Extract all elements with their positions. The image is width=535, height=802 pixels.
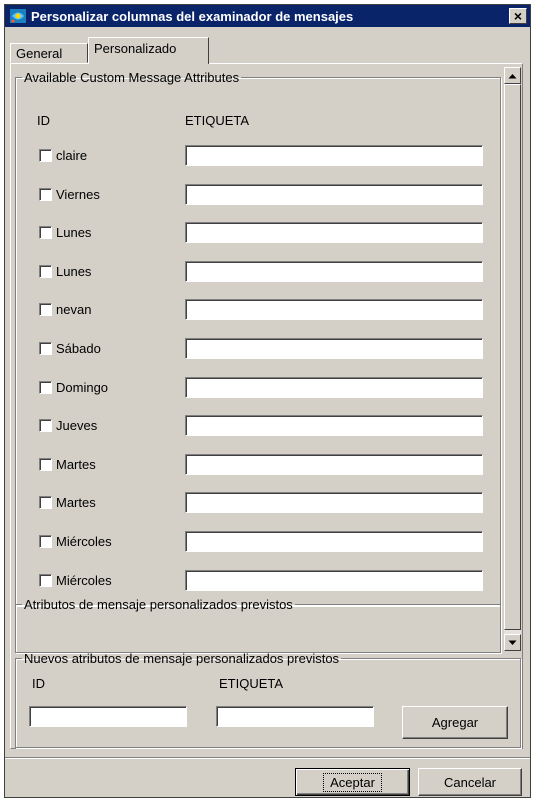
scrollbar-thumb[interactable] — [504, 84, 521, 630]
attribute-id-label[interactable]: Miércoles — [56, 573, 112, 588]
attribute-label-field[interactable] — [185, 531, 483, 552]
new-column-header-id: ID — [32, 676, 45, 691]
column-header-label: ETIQUETA — [185, 113, 250, 128]
new-attributes-group: Nuevos atributos de mensaje personalizad… — [15, 651, 521, 748]
attribute-row: Lunes — [16, 261, 496, 283]
attribute-checkbox[interactable] — [39, 149, 52, 162]
attribute-label-field[interactable] — [185, 261, 483, 282]
attribute-row: Lunes — [16, 222, 496, 244]
attribute-row: Miércoles — [16, 531, 496, 553]
attribute-row: Viernes — [16, 184, 496, 206]
title-bar[interactable]: Personalizar columnas del examinador de … — [5, 5, 530, 27]
new-id-field[interactable] — [29, 706, 187, 727]
add-button[interactable]: Agregar — [402, 706, 508, 739]
close-button[interactable]: × — [509, 8, 527, 24]
ok-button-label: Aceptar — [323, 772, 382, 792]
attribute-row: claire — [16, 145, 496, 167]
column-header-id: ID — [37, 113, 50, 128]
window-title: Personalizar columnas del examinador de … — [31, 8, 354, 24]
scroll-up-button[interactable] — [504, 67, 521, 84]
attribute-checkbox[interactable] — [39, 458, 52, 471]
attribute-label-field[interactable] — [185, 222, 483, 243]
ok-button[interactable]: Aceptar — [295, 768, 410, 796]
attribute-checkbox[interactable] — [39, 265, 52, 278]
arrow-up-icon — [508, 73, 517, 78]
attribute-checkbox[interactable] — [39, 342, 52, 355]
attribute-id-label[interactable]: Martes — [56, 495, 96, 510]
attribute-checkbox[interactable] — [39, 419, 52, 432]
attribute-label-field[interactable] — [185, 454, 483, 475]
predefined-attributes-group: Atributos de mensaje personalizados prev… — [15, 597, 501, 653]
attribute-checkbox[interactable] — [39, 381, 52, 394]
attribute-label-field[interactable] — [185, 184, 483, 205]
footer-separator — [5, 757, 530, 759]
attribute-checkbox[interactable] — [39, 226, 52, 239]
attribute-id-label[interactable]: Martes — [56, 457, 96, 472]
attribute-label-field[interactable] — [185, 299, 483, 320]
dialog-window: Personalizar columnas del examinador de … — [4, 4, 531, 798]
attribute-row: Sábado — [16, 338, 496, 360]
vertical-scrollbar[interactable] — [504, 67, 521, 651]
attribute-label-field[interactable] — [185, 415, 483, 436]
attribute-row: nevan — [16, 299, 496, 321]
new-attributes-legend: Nuevos atributos de mensaje personalizad… — [24, 651, 340, 666]
attribute-checkbox[interactable] — [39, 574, 52, 587]
attribute-checkbox[interactable] — [39, 303, 52, 316]
attribute-id-label[interactable]: Viernes — [56, 187, 100, 202]
attribute-id-label[interactable]: Jueves — [56, 418, 97, 433]
cancel-button[interactable]: Cancelar — [418, 768, 522, 796]
attribute-id-label[interactable]: Lunes — [56, 264, 91, 279]
attribute-label-field[interactable] — [185, 145, 483, 166]
attribute-row: Martes — [16, 492, 496, 514]
attribute-row: Miércoles — [16, 570, 496, 592]
attribute-label-field[interactable] — [185, 492, 483, 513]
attribute-label-field[interactable] — [185, 338, 483, 359]
attribute-label-field[interactable] — [185, 377, 483, 398]
attribute-row: Domingo — [16, 377, 496, 399]
new-column-header-label: ETIQUETA — [219, 676, 284, 691]
new-label-field[interactable] — [216, 706, 374, 727]
tab-personalizado[interactable]: Personalizado — [88, 37, 209, 64]
attribute-id-label[interactable]: Sábado — [56, 341, 101, 356]
attribute-id-label[interactable]: claire — [56, 148, 87, 163]
close-icon: × — [513, 8, 523, 24]
predefined-attributes-legend: Atributos de mensaje personalizados prev… — [24, 597, 293, 612]
available-attributes-legend: Available Custom Message Attributes — [24, 70, 240, 85]
tab-panel-personalizado: Available Custom Message Attributes ID E… — [10, 63, 523, 749]
app-icon — [9, 8, 27, 24]
attribute-row: Martes — [16, 454, 496, 476]
attribute-checkbox[interactable] — [39, 535, 52, 548]
attribute-id-label[interactable]: Domingo — [56, 380, 108, 395]
attribute-checkbox[interactable] — [39, 188, 52, 201]
tab-general[interactable]: General — [10, 43, 88, 63]
attribute-id-label[interactable]: Lunes — [56, 225, 91, 240]
available-attributes-group: Available Custom Message Attributes ID E… — [15, 70, 501, 606]
attribute-row: Jueves — [16, 415, 496, 437]
attribute-label-field[interactable] — [185, 570, 483, 591]
attribute-checkbox[interactable] — [39, 496, 52, 509]
scroll-down-button[interactable] — [504, 634, 521, 651]
attribute-id-label[interactable]: nevan — [56, 302, 91, 317]
arrow-down-icon — [508, 640, 517, 645]
attribute-id-label[interactable]: Miércoles — [56, 534, 112, 549]
